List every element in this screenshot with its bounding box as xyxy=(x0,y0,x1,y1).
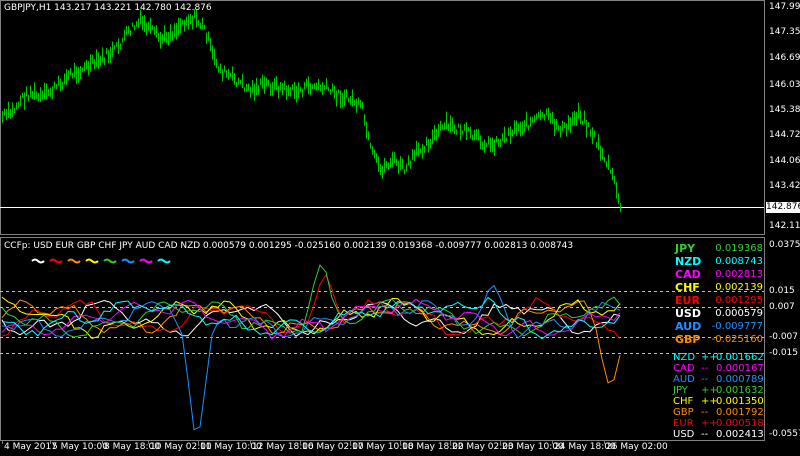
change-currency: CHF xyxy=(673,396,694,407)
change-currency: CAD xyxy=(673,363,695,374)
indicator-axis-label: -0.055747 xyxy=(769,429,800,439)
change-value: 0.000518 xyxy=(716,418,764,429)
indicator-axis-label: 0.015 xyxy=(769,286,795,296)
indicator-axis-label: -0.007 xyxy=(769,332,799,342)
time-axis-label: 4 May 2017 xyxy=(4,442,57,452)
indicator-frame xyxy=(0,237,765,441)
price-axis-label: 147.355 xyxy=(769,27,800,37)
ranking-value: 0.002813 xyxy=(715,269,763,280)
legend-swatch xyxy=(121,258,135,264)
time-axis-label: 26 May 02:00 xyxy=(606,442,668,452)
ranking-value: 0.008743 xyxy=(715,256,763,267)
price-axis-label: 143.424 xyxy=(769,181,800,191)
ranking-value: -0.009777 xyxy=(711,321,763,332)
main-chart-title: GBPJPY,H1 143.217 143.221 142.780 142.87… xyxy=(4,3,212,13)
ranking-value: 0.019368 xyxy=(715,243,763,254)
change-sign: -- xyxy=(701,363,709,374)
price-axis-label: 145.385 xyxy=(769,105,800,115)
legend-swatch xyxy=(67,258,81,264)
change-currency: GBP xyxy=(673,407,694,418)
ranking-value: 0.001295 xyxy=(715,295,763,306)
price-axis-label: 146.034 xyxy=(769,80,800,90)
legend-swatch xyxy=(85,258,99,264)
legend-swatch xyxy=(31,258,45,264)
indicator-title: CCFp: USD EUR GBP CHF JPY AUD CAD NZD 0.… xyxy=(4,241,574,251)
change-currency: NZD xyxy=(673,352,696,363)
currency-strength-line xyxy=(1,284,621,431)
legend-swatch xyxy=(139,258,153,264)
change-value: 0.001350 xyxy=(716,396,764,407)
change-value: 0.002413 xyxy=(716,429,764,440)
change-value: 0.001662 xyxy=(716,352,764,363)
current-price-tag: 142.876 xyxy=(766,202,800,213)
price-axis-label: 144.725 xyxy=(769,130,800,140)
change-value: 0.001792 xyxy=(716,407,764,418)
ranking-value: 0.002139 xyxy=(715,282,763,293)
indicator-axis-label: 0.007 xyxy=(769,302,795,312)
change-sign: -- xyxy=(701,407,709,418)
change-value: 0.001632 xyxy=(716,385,764,396)
change-value: 0.000789 xyxy=(716,374,764,385)
change-currency: JPY xyxy=(673,385,688,396)
change-sign: -- xyxy=(701,374,709,385)
legend-swatch xyxy=(157,258,171,264)
price-axis-label: 147.995 xyxy=(769,2,800,12)
chart-window[interactable]: GBPJPY,H1 143.217 143.221 142.780 142.87… xyxy=(0,0,800,456)
change-currency: AUD xyxy=(673,374,695,385)
change-currency: USD xyxy=(673,429,695,440)
legend-swatch xyxy=(103,258,117,264)
change-value: 0.000167 xyxy=(716,363,764,374)
price-axis-label: 146.694 xyxy=(769,53,800,63)
price-axis-label: 144.064 xyxy=(769,156,800,166)
main-chart-frame xyxy=(0,0,765,235)
time-axis-label: 5 May 10:00 xyxy=(52,442,108,452)
price-axis-label: 142.119 xyxy=(769,221,800,231)
indicator-axis-label: 0.037504 xyxy=(769,240,800,250)
ranking-value: 0.000579 xyxy=(715,308,763,319)
legend-swatch xyxy=(49,258,63,264)
ranking-value: -0.025160 xyxy=(711,334,763,345)
indicator-axis-label: -0.015 xyxy=(769,348,799,358)
change-sign: -- xyxy=(701,429,709,440)
change-currency: EUR xyxy=(673,418,694,429)
